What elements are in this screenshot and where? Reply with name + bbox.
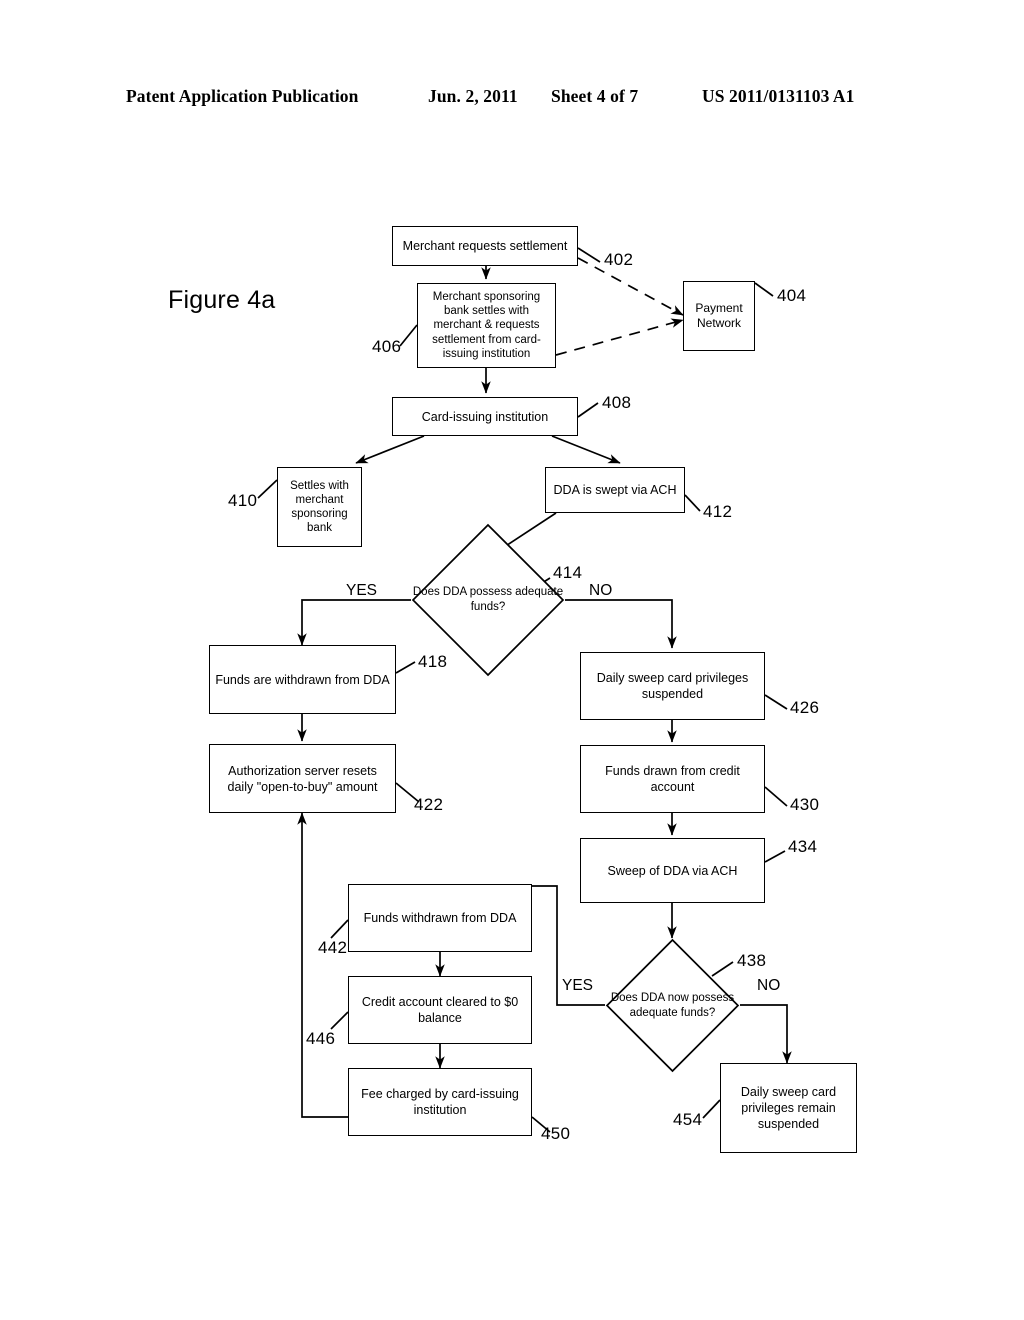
refnum-412: 412 xyxy=(703,502,733,521)
node-label-438: Does DDA now possess adequate funds? xyxy=(610,991,735,1019)
node-label-410: Settles with merchant sponsoring bank xyxy=(290,479,349,535)
edge-408-410 xyxy=(355,435,425,464)
leader-410 xyxy=(257,479,278,499)
node-label-442: Funds withdrawn from DDA xyxy=(363,911,517,925)
edge-414-426-no xyxy=(565,599,677,649)
leader-406 xyxy=(399,324,418,347)
flowchart-diagram: Merchant requests settlement Payment Net… xyxy=(0,0,1024,1320)
edge-438-454-no xyxy=(740,1004,792,1064)
edge-406-404 xyxy=(555,318,684,356)
node-label-418: Funds are withdrawn from DDA xyxy=(215,672,390,687)
refnum-446: 446 xyxy=(306,1029,336,1048)
node-label-426: Daily sweep card privileges suspended xyxy=(596,671,749,701)
refnum-442: 442 xyxy=(318,938,348,957)
node-label-434: Sweep of DDA via ACH xyxy=(607,863,738,878)
leader-426 xyxy=(764,694,788,710)
branch-label-yes-414: YES xyxy=(346,582,378,599)
node-label-412: DDA is swept via ACH xyxy=(553,483,677,497)
node-label-408: Card-issuing institution xyxy=(421,409,549,424)
edge-408-412 xyxy=(551,435,621,464)
node-daily-sweep-privileges-remain-suspended[interactable]: Daily sweep card privileges remain suspe… xyxy=(720,1063,857,1153)
refnum-426: 426 xyxy=(790,698,820,717)
refnum-454: 454 xyxy=(673,1110,703,1129)
branch-label-no-438: NO xyxy=(757,977,781,994)
refnum-402: 402 xyxy=(604,250,634,269)
refnum-404: 404 xyxy=(777,286,807,305)
node-merchant-requests-settlement[interactable]: Merchant requests settlement xyxy=(392,226,578,266)
leader-404 xyxy=(754,282,774,297)
node-funds-drawn-from-credit-account[interactable]: Funds drawn from credit account xyxy=(580,745,765,813)
leader-430 xyxy=(764,786,788,807)
refnum-414: 414 xyxy=(553,563,583,582)
leader-408 xyxy=(577,402,599,418)
refnum-418: 418 xyxy=(418,652,448,671)
node-label-446: Credit account cleared to $0 balance xyxy=(361,995,519,1025)
refnum-422: 422 xyxy=(414,795,444,814)
node-label-450: Fee charged by card-issuing institution xyxy=(361,1087,519,1117)
node-label-422: Authorization server resets daily "open-… xyxy=(227,763,378,794)
edge-450-422 xyxy=(297,812,348,1118)
branch-label-no-414: NO xyxy=(589,582,613,599)
node-label-402: Merchant requests settlement xyxy=(402,239,568,253)
node-decision-dda-now-possess-adequate-funds[interactable]: Does DDA now possess adequate funds? xyxy=(605,938,740,1073)
node-fee-charged-by-card-issuing-institution[interactable]: Fee charged by card-issuing institution xyxy=(348,1068,532,1136)
node-daily-sweep-privileges-suspended[interactable]: Daily sweep card privileges suspended xyxy=(580,652,765,720)
node-label-404: Payment Network xyxy=(695,300,743,330)
node-label-406: Merchant sponsoring bank settles with me… xyxy=(432,291,541,360)
leader-402 xyxy=(577,247,601,263)
node-funds-withdrawn-from-dda[interactable]: Funds withdrawn from DDA xyxy=(348,884,532,952)
leader-434 xyxy=(764,850,786,863)
refnum-434: 434 xyxy=(788,837,818,856)
refnum-408: 408 xyxy=(602,393,632,412)
refnum-430: 430 xyxy=(790,795,820,814)
refnum-450: 450 xyxy=(541,1124,571,1143)
node-dda-swept-via-ach[interactable]: DDA is swept via ACH xyxy=(545,467,685,513)
node-label-430: Funds drawn from credit account xyxy=(605,764,740,794)
leader-446 xyxy=(330,1011,349,1030)
refnum-410: 410 xyxy=(228,491,258,510)
leader-454 xyxy=(702,1099,721,1119)
node-sweep-of-dda-via-ach[interactable]: Sweep of DDA via ACH xyxy=(580,838,765,903)
node-card-issuing-institution[interactable]: Card-issuing institution xyxy=(392,397,578,436)
refnum-438: 438 xyxy=(737,951,767,970)
edge-414-418-yes xyxy=(297,599,411,646)
leader-442 xyxy=(330,919,349,939)
node-payment-network[interactable]: Payment Network xyxy=(683,281,755,351)
node-funds-are-withdrawn-from-dda[interactable]: Funds are withdrawn from DDA xyxy=(209,645,396,714)
node-settles-with-merchant-sponsoring-bank[interactable]: Settles with merchant sponsoring bank xyxy=(277,467,362,547)
branch-label-yes-438: YES xyxy=(562,977,594,994)
leader-412 xyxy=(684,494,701,512)
node-label-454: Daily sweep card privileges remain suspe… xyxy=(740,1085,837,1131)
node-credit-account-cleared[interactable]: Credit account cleared to $0 balance xyxy=(348,976,532,1044)
node-merchant-sponsoring-bank-settles[interactable]: Merchant sponsoring bank settles with me… xyxy=(417,283,556,368)
node-authorization-server-resets-otb[interactable]: Authorization server resets daily "open-… xyxy=(209,744,396,813)
refnum-406: 406 xyxy=(372,337,402,356)
